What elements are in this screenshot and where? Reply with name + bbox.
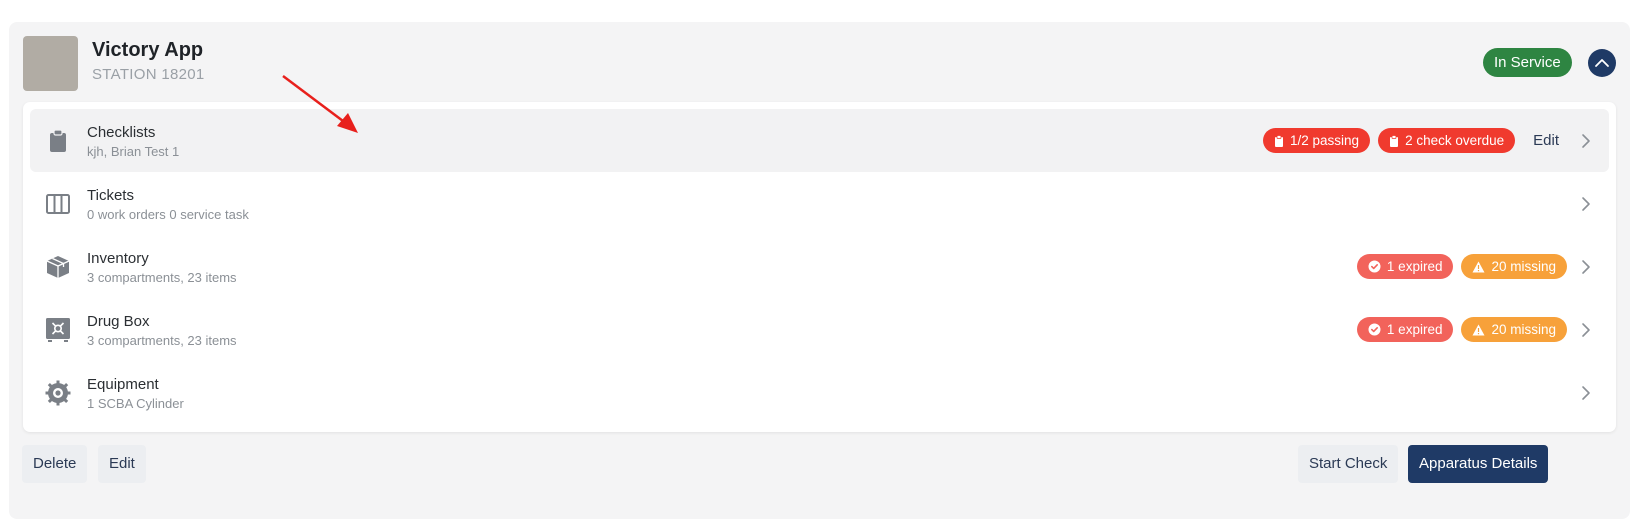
badge-label: 2 check overdue <box>1405 133 1505 148</box>
gear-icon <box>44 380 72 406</box>
row-title: Inventory <box>87 250 149 267</box>
edit-button[interactable]: Edit <box>98 445 146 483</box>
apparatus-thumbnail[interactable] <box>23 36 78 91</box>
apparatus-title: Victory App <box>92 39 204 61</box>
row-badges <box>1575 172 1595 235</box>
chevron-right-icon[interactable] <box>1577 258 1595 276</box>
warning-icon <box>1472 324 1485 335</box>
row-inventory[interactable]: Inventory 3 compartments, 23 items 1 exp… <box>30 235 1609 298</box>
row-checklists[interactable]: Checklists kjh, Brian Test 1 1/2 passing… <box>30 109 1609 172</box>
badge-label: 1 expired <box>1386 259 1443 274</box>
row-badges: 1 expired 20 missing <box>1356 235 1595 298</box>
row-equipment[interactable]: Equipment 1 SCBA Cylinder <box>30 361 1609 424</box>
missing-badge[interactable]: 20 missing <box>1461 254 1567 279</box>
delete-button[interactable]: Delete <box>22 445 88 483</box>
expired-badge[interactable]: 1 expired <box>1356 317 1454 342</box>
row-title: Checklists <box>87 124 156 141</box>
chevron-right-icon[interactable] <box>1577 132 1595 150</box>
safe-icon <box>44 318 72 342</box>
checklists-edit-button[interactable]: Edit <box>1525 132 1567 149</box>
chevron-right-icon[interactable] <box>1577 384 1595 402</box>
row-subtitle: 3 compartments, 23 items <box>87 270 237 285</box>
apparatus-details-button[interactable]: Apparatus Details <box>1408 445 1549 483</box>
start-check-button[interactable]: Start Check <box>1298 445 1399 483</box>
missing-badge[interactable]: 20 missing <box>1461 317 1567 342</box>
expired-badge[interactable]: 1 expired <box>1356 254 1454 279</box>
station-label: STATION 18201 <box>92 66 205 83</box>
section-list: Checklists kjh, Brian Test 1 1/2 passing… <box>23 102 1616 432</box>
apparatus-card: Victory App STATION 18201 In Service Che… <box>9 22 1630 519</box>
check-circle-icon <box>1368 260 1381 273</box>
box-icon <box>44 255 72 279</box>
badge-label: 1 expired <box>1386 322 1443 337</box>
check-circle-icon <box>1368 323 1381 336</box>
card-header: Victory App STATION 18201 In Service <box>9 22 1630 102</box>
overdue-badge[interactable]: 2 check overdue <box>1378 128 1516 153</box>
clipboard-icon <box>44 129 72 153</box>
chevron-right-icon[interactable] <box>1577 321 1595 339</box>
badge-label: 20 missing <box>1491 322 1556 337</box>
clipboard-icon <box>1390 134 1399 147</box>
row-tickets[interactable]: Tickets 0 work orders 0 service task <box>30 172 1609 235</box>
row-badges: 1/2 passing 2 check overdue Edit <box>1263 109 1595 172</box>
row-subtitle: 1 SCBA Cylinder <box>87 396 184 411</box>
clipboard-icon <box>1275 134 1284 147</box>
row-title: Tickets <box>87 187 134 204</box>
chevron-right-icon[interactable] <box>1577 195 1595 213</box>
badge-label: 1/2 passing <box>1290 133 1360 148</box>
chevron-up-icon <box>1595 59 1609 67</box>
collapse-button[interactable] <box>1588 49 1616 77</box>
columns-icon <box>44 192 72 216</box>
row-title: Drug Box <box>87 313 150 330</box>
warning-icon <box>1472 261 1485 272</box>
row-subtitle: kjh, Brian Test 1 <box>87 144 180 159</box>
passing-badge[interactable]: 1/2 passing <box>1263 128 1371 153</box>
row-badges <box>1575 361 1595 424</box>
status-badge: In Service <box>1483 48 1572 77</box>
row-badges: 1 expired 20 missing <box>1356 298 1595 361</box>
row-subtitle: 0 work orders 0 service task <box>87 207 249 222</box>
badge-label: 20 missing <box>1491 259 1556 274</box>
row-drug-box[interactable]: Drug Box 3 compartments, 23 items 1 expi… <box>30 298 1609 361</box>
row-subtitle: 3 compartments, 23 items <box>87 333 237 348</box>
row-title: Equipment <box>87 376 159 393</box>
